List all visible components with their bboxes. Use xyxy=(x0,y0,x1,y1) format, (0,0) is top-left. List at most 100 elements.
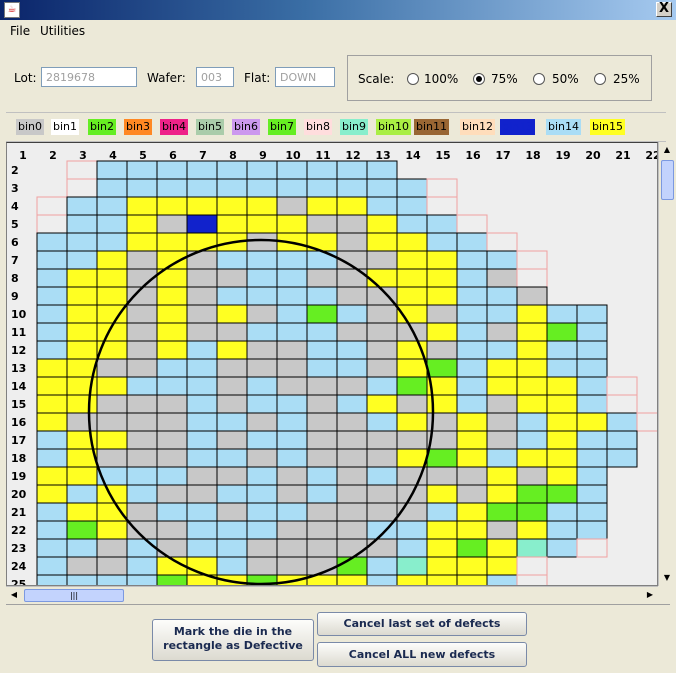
die-cell[interactable] xyxy=(216,160,248,180)
die-cell[interactable] xyxy=(156,322,188,342)
die-cell[interactable] xyxy=(576,484,608,504)
die-cell[interactable] xyxy=(186,430,218,450)
die-cell[interactable] xyxy=(606,430,638,450)
die-cell[interactable] xyxy=(96,430,128,450)
die-cell[interactable] xyxy=(486,394,518,414)
die-cell[interactable] xyxy=(186,178,218,198)
die-cell[interactable] xyxy=(366,394,398,414)
die-cell[interactable] xyxy=(216,430,248,450)
die-cell[interactable] xyxy=(216,178,248,198)
die-cell[interactable] xyxy=(126,358,158,378)
die-cell[interactable] xyxy=(546,538,578,558)
die-cell[interactable] xyxy=(36,574,68,586)
die-cell[interactable] xyxy=(216,376,248,396)
die-cell[interactable] xyxy=(396,448,428,468)
die-cell[interactable] xyxy=(156,376,188,396)
die-cell[interactable] xyxy=(486,322,518,342)
die-cell[interactable] xyxy=(336,484,368,504)
die-cell[interactable] xyxy=(216,412,248,432)
die-cell[interactable] xyxy=(36,394,68,414)
die-cell[interactable] xyxy=(186,376,218,396)
die-cell[interactable] xyxy=(246,250,278,270)
die-cell[interactable] xyxy=(66,340,98,360)
die-cell[interactable] xyxy=(126,538,158,558)
die-cell[interactable] xyxy=(396,232,428,252)
die-cell[interactable] xyxy=(156,466,188,486)
die-cell[interactable] xyxy=(66,484,98,504)
die-cell[interactable] xyxy=(426,502,458,522)
die-cell[interactable] xyxy=(576,466,608,486)
die-cell[interactable] xyxy=(186,358,218,378)
die-cell[interactable] xyxy=(246,520,278,540)
die-cell[interactable] xyxy=(276,538,308,558)
die-cell[interactable] xyxy=(366,574,398,586)
die-cell[interactable] xyxy=(396,556,428,576)
die-cell[interactable] xyxy=(66,250,98,270)
wafer-map-viewport[interactable]: 1234567891011121314151617181920212223456… xyxy=(6,142,658,586)
die-cell[interactable] xyxy=(486,430,518,450)
die-cell[interactable] xyxy=(546,520,578,540)
die-cell[interactable] xyxy=(276,340,308,360)
die-cell[interactable] xyxy=(606,448,638,468)
die-cell[interactable] xyxy=(96,358,128,378)
die-cell[interactable] xyxy=(336,448,368,468)
die-cell[interactable] xyxy=(486,502,518,522)
die-cell[interactable] xyxy=(186,160,218,180)
die-cell[interactable] xyxy=(396,286,428,306)
die-cell[interactable] xyxy=(246,322,278,342)
die-cell[interactable] xyxy=(216,214,248,234)
die-cell[interactable] xyxy=(276,304,308,324)
die-cell[interactable] xyxy=(366,448,398,468)
die-cell[interactable] xyxy=(576,448,608,468)
die-cell[interactable] xyxy=(306,538,338,558)
die-cell[interactable] xyxy=(336,574,368,586)
die-cell[interactable] xyxy=(246,196,278,216)
die-cell[interactable] xyxy=(66,196,98,216)
die-cell[interactable] xyxy=(306,196,338,216)
die-cell[interactable] xyxy=(66,268,98,288)
die-cell[interactable] xyxy=(516,394,548,414)
die-cell[interactable] xyxy=(366,178,398,198)
scroll-up-button[interactable]: ▲ xyxy=(659,142,675,158)
die-cell[interactable] xyxy=(96,268,128,288)
die-cell[interactable] xyxy=(156,214,188,234)
die-cell[interactable] xyxy=(426,214,458,234)
die-cell[interactable] xyxy=(306,286,338,306)
die-cell[interactable] xyxy=(216,268,248,288)
die-cell[interactable] xyxy=(426,340,458,360)
die-cell[interactable] xyxy=(96,250,128,270)
die-cell[interactable] xyxy=(426,232,458,252)
die-cell[interactable] xyxy=(426,196,458,216)
die-cell[interactable] xyxy=(456,214,488,234)
die-cell[interactable] xyxy=(36,502,68,522)
die-cell[interactable] xyxy=(246,448,278,468)
die-cell[interactable] xyxy=(66,286,98,306)
die-cell[interactable] xyxy=(396,268,428,288)
die-cell[interactable] xyxy=(336,304,368,324)
die-cell[interactable] xyxy=(246,214,278,234)
die-cell[interactable] xyxy=(66,520,98,540)
die-cell[interactable] xyxy=(486,520,518,540)
die-cell[interactable] xyxy=(546,340,578,360)
die-cell[interactable] xyxy=(126,322,158,342)
die-cell[interactable] xyxy=(456,322,488,342)
die-cell[interactable] xyxy=(246,502,278,522)
die-cell[interactable] xyxy=(306,484,338,504)
die-cell[interactable] xyxy=(156,232,188,252)
die-cell[interactable] xyxy=(186,322,218,342)
die-cell[interactable] xyxy=(216,196,248,216)
die-cell[interactable] xyxy=(126,484,158,504)
die-cell[interactable] xyxy=(576,430,608,450)
die-cell[interactable] xyxy=(336,160,368,180)
die-cell[interactable] xyxy=(456,502,488,522)
die-cell[interactable] xyxy=(426,574,458,586)
die-cell[interactable] xyxy=(456,376,488,396)
die-cell[interactable] xyxy=(96,574,128,586)
die-cell[interactable] xyxy=(396,538,428,558)
die-cell[interactable] xyxy=(66,394,98,414)
die-cell[interactable] xyxy=(306,520,338,540)
die-cell[interactable] xyxy=(396,178,428,198)
die-cell[interactable] xyxy=(576,394,608,414)
die-cell[interactable] xyxy=(486,466,518,486)
die-cell[interactable] xyxy=(276,466,308,486)
